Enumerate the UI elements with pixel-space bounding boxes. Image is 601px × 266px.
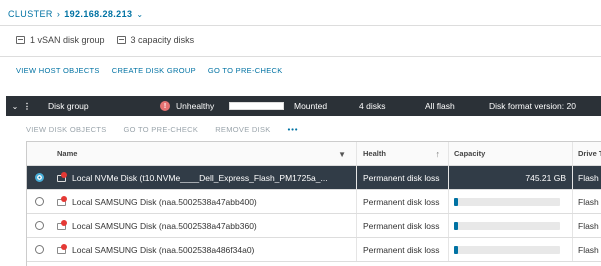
disk-table: Name ▼ Health ↑ Capacity Drive Type Loca…: [26, 141, 601, 266]
disk-health: Permanent disk loss: [363, 172, 440, 183]
view-host-objects-button[interactable]: VIEW HOST OBJECTS: [16, 66, 100, 75]
drive-type: Flash: [578, 172, 599, 183]
drive-type: Flash: [578, 196, 599, 207]
row-select-radio[interactable]: [34, 173, 44, 182]
drive-type: Flash: [578, 244, 599, 255]
host-actions: VIEW HOST OBJECTS CREATE DISK GROUP GO T…: [16, 66, 283, 75]
disk-group-disk-count: 4 disks: [359, 101, 386, 111]
row-select-radio[interactable]: [34, 221, 44, 230]
remove-disk-button[interactable]: REMOVE DISK: [215, 125, 270, 134]
host-summary: 1 vSAN disk group 3 capacity disks: [16, 33, 194, 47]
column-header-health[interactable]: Health ↑: [357, 142, 449, 165]
disk-group-count: 1 vSAN disk group: [30, 35, 105, 45]
error-icon: !: [160, 101, 170, 111]
capacity-fill: [454, 245, 459, 254]
table-row[interactable]: Local SAMSUNG Disk (naa.5002538a486f34a0…: [27, 238, 601, 262]
column-header-name[interactable]: Name ▼: [51, 142, 357, 165]
expand-chevron-icon[interactable]: ⌄: [8, 102, 22, 111]
disk-group-state: Mounted: [294, 101, 328, 111]
disk-pre-check-button[interactable]: GO TO PRE-CHECK: [124, 125, 199, 134]
table-row[interactable]: Local SAMSUNG Disk (naa.5002538a47abb400…: [27, 190, 601, 214]
more-vertical-icon[interactable]: ⋮: [22, 101, 32, 112]
disk-name: Local SAMSUNG Disk (naa.5002538a47abb360…: [72, 220, 257, 231]
disk-group-header[interactable]: ⌄ ⋮ Disk group ! Unhealthy Mounted 4 dis…: [6, 96, 601, 116]
more-actions-icon[interactable]: •••: [288, 125, 299, 134]
disk-group-name: Disk group: [48, 101, 89, 111]
capacity-bar: [454, 197, 560, 206]
row-select-radio[interactable]: [34, 245, 44, 254]
breadcrumb: CLUSTER › 192.168.28.213 ⌄: [8, 7, 144, 21]
capacity-disk-count: 3 capacity disks: [130, 35, 195, 45]
divider: [0, 56, 601, 57]
row-select-radio[interactable]: [34, 197, 44, 206]
breadcrumb-cluster-link[interactable]: CLUSTER: [8, 9, 53, 19]
disk-health: Permanent disk loss: [363, 244, 440, 255]
divider: [0, 25, 601, 26]
breadcrumb-host[interactable]: 192.168.28.213: [64, 9, 132, 19]
capacity-disk-icon: [116, 36, 126, 44]
disk-capacity: 745.21 GB: [525, 172, 566, 183]
filter-icon[interactable]: ▼: [338, 150, 346, 159]
disk-name: Local SAMSUNG Disk (naa.5002538a47abb400…: [72, 196, 257, 207]
disk-health: Permanent disk loss: [363, 220, 440, 231]
breadcrumb-separator: ›: [56, 9, 61, 19]
disk-group-icon: [16, 36, 25, 44]
disk-group-health: Unhealthy: [176, 101, 215, 111]
disk-health: Permanent disk loss: [363, 196, 440, 207]
disk-error-icon: [57, 172, 67, 182]
disk-actions: VIEW DISK OBJECTS GO TO PRE-CHECK REMOVE…: [26, 125, 298, 134]
sort-ascending-icon[interactable]: ↑: [436, 149, 441, 159]
disk-name: Local SAMSUNG Disk (naa.5002538a486f34a0…: [72, 244, 255, 255]
capacity-bar: [454, 245, 560, 254]
drive-type: Flash: [578, 220, 599, 231]
go-to-pre-check-button[interactable]: GO TO PRE-CHECK: [208, 66, 283, 75]
column-header-drive-type[interactable]: Drive Type: [573, 142, 601, 165]
disk-error-icon: [57, 244, 67, 254]
disk-group-usage-bar: [229, 102, 284, 110]
disk-error-icon: [57, 220, 67, 230]
capacity-bar: [454, 221, 560, 230]
table-header: Name ▼ Health ↑ Capacity Drive Type: [27, 142, 601, 166]
chevron-down-icon[interactable]: ⌄: [136, 10, 143, 19]
view-disk-objects-button[interactable]: VIEW DISK OBJECTS: [26, 125, 107, 134]
disk-format-version: Disk format version: 20: [489, 101, 576, 111]
disk-name: Local NVMe Disk (t10.NVMe____Dell_Expres…: [72, 172, 328, 183]
capacity-fill: [454, 197, 459, 206]
capacity-fill: [454, 221, 459, 230]
table-row[interactable]: Local NVMe Disk (t10.NVMe____Dell_Expres…: [27, 166, 601, 190]
column-header-capacity[interactable]: Capacity: [449, 142, 573, 165]
disk-group-type: All flash: [425, 101, 455, 111]
create-disk-group-button[interactable]: CREATE DISK GROUP: [112, 66, 196, 75]
table-row[interactable]: Local SAMSUNG Disk (naa.5002538a47abb360…: [27, 214, 601, 238]
disk-error-icon: [57, 196, 67, 206]
